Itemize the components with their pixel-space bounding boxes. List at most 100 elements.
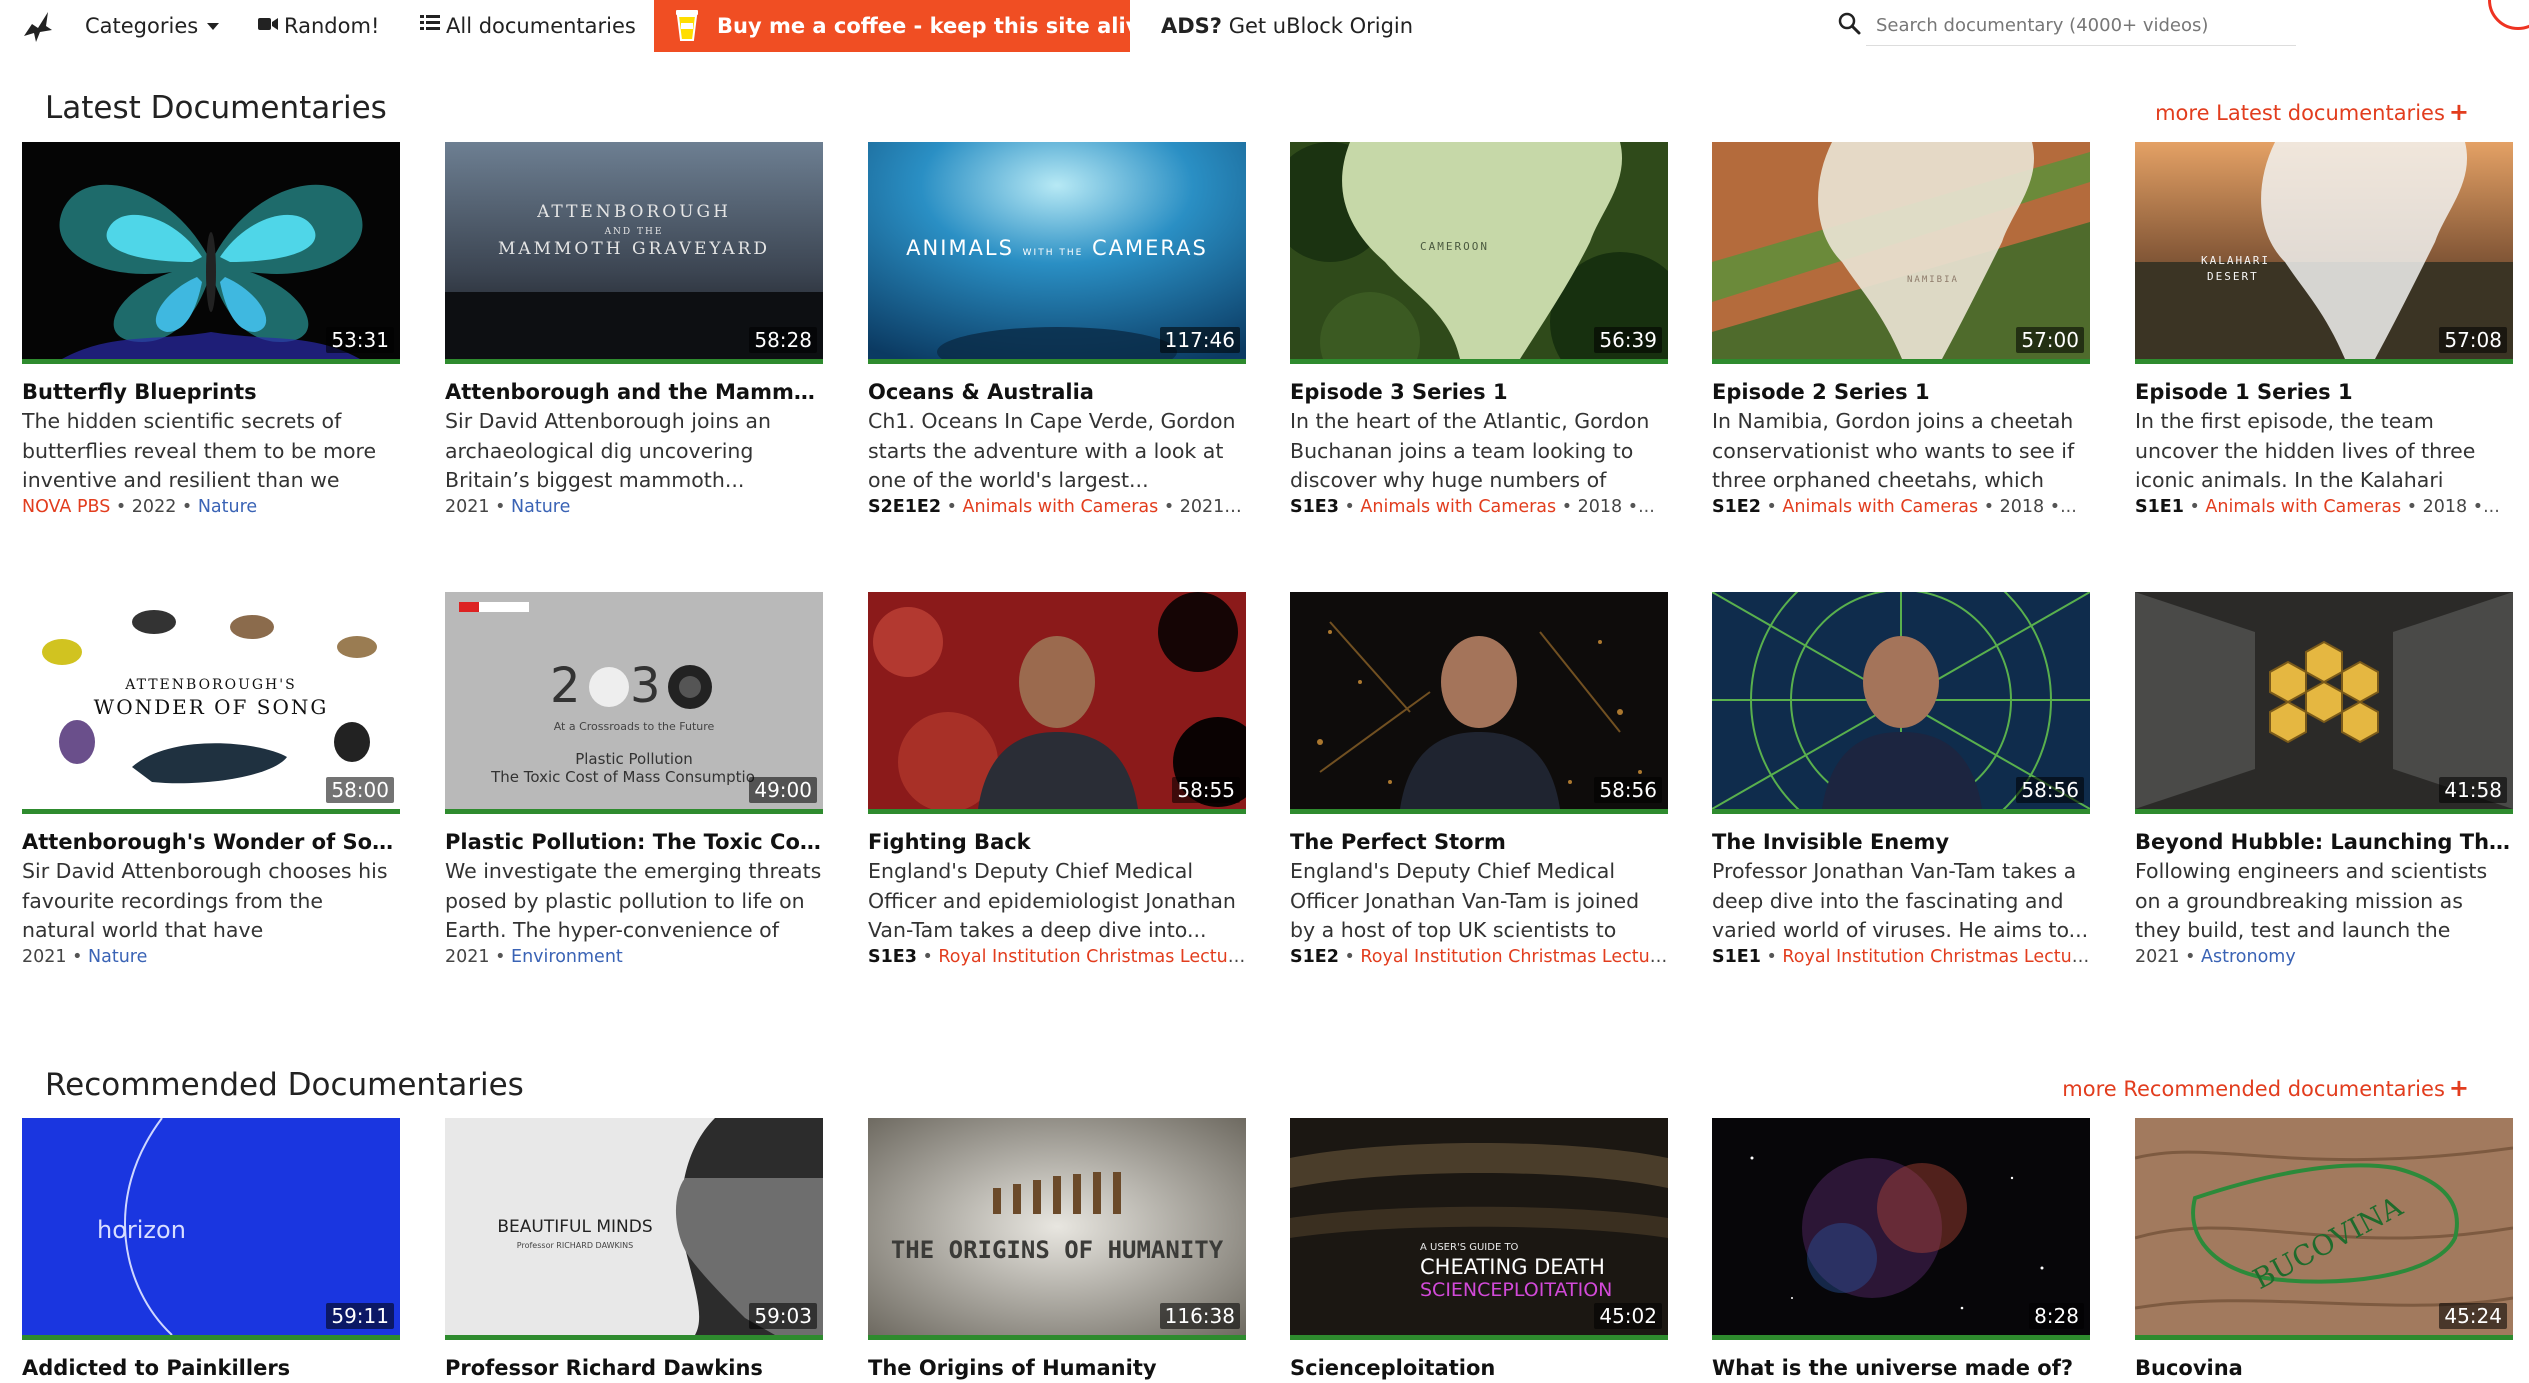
documentary-title[interactable]: The Origins of Humanity bbox=[868, 1354, 1246, 1383]
more-latest-label: more Latest documentaries bbox=[2155, 101, 2445, 125]
documentary-card[interactable]: 41:58 Beyond Hubble: Launching The... Fo… bbox=[2135, 592, 2513, 970]
video-thumbnail[interactable]: BUCOVINA 45:24 bbox=[2135, 1118, 2513, 1340]
video-thumbnail[interactable]: ATTENBOROUGH AND THE MAMMOTH GRAVEYARD 5… bbox=[445, 142, 823, 364]
video-thumbnail[interactable]: A USER'S GUIDE TO CHEATING DEATH SCIENCE… bbox=[1290, 1118, 1668, 1340]
year: 2021 bbox=[445, 497, 490, 517]
documentary-meta: S1E3 • Animals with Cameras • 2018 •... bbox=[1290, 495, 1668, 520]
separator-dot: • bbox=[495, 947, 506, 967]
documentary-title[interactable]: The Invisible Enemy bbox=[1712, 828, 2090, 857]
documentary-title[interactable]: Butterfly Blueprints bbox=[22, 378, 400, 407]
video-thumbnail[interactable]: 53:31 bbox=[22, 142, 400, 364]
separator-dot: •... bbox=[2049, 497, 2077, 517]
video-thumbnail[interactable]: 58:55 bbox=[868, 592, 1246, 814]
documentary-title[interactable]: Bucovina bbox=[2135, 1354, 2513, 1383]
documentary-card[interactable]: THE ORIGINS OF HUMANITY 116:38 The Origi… bbox=[868, 1118, 1246, 1383]
buy-coffee-button[interactable]: Buy me a coffee - keep this site alive bbox=[654, 0, 1154, 52]
channel-link[interactable]: Animals with Cameras bbox=[963, 497, 1159, 517]
profile-badge[interactable] bbox=[2488, 0, 2529, 30]
documentary-card[interactable]: 2 3 At a Crossroads to the Future Plasti… bbox=[445, 592, 823, 970]
video-thumbnail[interactable]: CAMEROON 56:39 bbox=[1290, 142, 1668, 364]
documentary-card[interactable]: CAMEROON 56:39 Episode 3 Series 1 In the… bbox=[1290, 142, 1668, 520]
channel-link[interactable]: Animals with Cameras bbox=[1360, 497, 1556, 517]
video-thumbnail[interactable]: 2 3 At a Crossroads to the Future Plasti… bbox=[445, 592, 823, 814]
documentary-title[interactable]: What is the universe made of? bbox=[1712, 1354, 2090, 1383]
documentary-title[interactable]: Oceans & Australia bbox=[868, 378, 1246, 407]
channel-link[interactable]: Royal Institution Christmas Lecture... bbox=[1782, 947, 2090, 967]
documentary-title[interactable]: Attenborough's Wonder of Song bbox=[22, 828, 400, 857]
documentary-title[interactable]: Addicted to Painkillers bbox=[22, 1354, 400, 1383]
episode-code: S1E3 bbox=[1290, 497, 1339, 517]
separator-dot: • bbox=[181, 497, 193, 517]
more-latest-link[interactable]: more Latest documentaries + bbox=[2155, 98, 2469, 126]
video-thumbnail[interactable]: ANIMALS WITH THE CAMERAS 117:46 bbox=[868, 142, 1246, 364]
video-thumbnail[interactable]: ATTENBOROUGH'S WONDER OF SONG 58:00 bbox=[22, 592, 400, 814]
channel-link[interactable]: NOVA PBS bbox=[22, 497, 110, 517]
documentary-title[interactable]: Episode 2 Series 1 bbox=[1712, 378, 2090, 407]
more-recommended-link[interactable]: more Recommended documentaries + bbox=[2062, 1074, 2469, 1102]
documentary-card[interactable]: KALAHARI DESERT 57:08 Episode 1 Series 1… bbox=[2135, 142, 2513, 520]
svg-text:NAMIBIA: NAMIBIA bbox=[1907, 275, 1959, 285]
documentary-card[interactable]: NAMIBIA 57:00 Episode 2 Series 1 In Nami… bbox=[1712, 142, 2090, 520]
category-link[interactable]: Nature bbox=[88, 947, 147, 967]
documentary-card[interactable]: 58:56 The Perfect Storm England's Deputy… bbox=[1290, 592, 1668, 970]
category-link[interactable]: Environment bbox=[511, 947, 623, 967]
documentary-card[interactable]: 58:56 The Invisible Enemy Professor Jona… bbox=[1712, 592, 2090, 970]
video-thumbnail[interactable]: 58:56 bbox=[1712, 592, 2090, 814]
episode-code: S2E1E2 bbox=[868, 497, 942, 517]
video-thumbnail[interactable]: 41:58 bbox=[2135, 592, 2513, 814]
year: 2018 bbox=[1577, 497, 1623, 517]
documentary-card[interactable]: 53:31 Butterfly Blueprints The hidden sc… bbox=[22, 142, 400, 520]
svg-text:MAMMOTH GRAVEYARD: MAMMOTH GRAVEYARD bbox=[498, 239, 770, 259]
site-logo-icon[interactable] bbox=[18, 6, 58, 46]
search-input[interactable] bbox=[1866, 6, 2296, 46]
documentary-card[interactable]: BUCOVINA 45:24 Bucovina bbox=[2135, 1118, 2513, 1383]
ads-text: Get uBlock Origin bbox=[1228, 14, 1414, 38]
documentary-card[interactable]: 8:28 What is the universe made of? bbox=[1712, 1118, 2090, 1383]
documentary-card[interactable]: ATTENBOROUGH'S WONDER OF SONG 58:00 Atte… bbox=[22, 592, 400, 970]
channel-link[interactable]: Animals with Cameras bbox=[1782, 497, 1978, 517]
documentary-title[interactable]: Attenborough and the Mammoth... bbox=[445, 378, 823, 407]
documentary-card[interactable]: ATTENBOROUGH AND THE MAMMOTH GRAVEYARD 5… bbox=[445, 142, 823, 520]
category-link[interactable]: Nature bbox=[511, 497, 570, 517]
documentary-card[interactable]: ANIMALS WITH THE CAMERAS 117:46 Oceans &… bbox=[868, 142, 1246, 520]
video-thumbnail[interactable]: THE ORIGINS OF HUMANITY 116:38 bbox=[868, 1118, 1246, 1340]
categories-dropdown[interactable]: Categories bbox=[85, 0, 220, 52]
documentary-title[interactable]: Fighting Back bbox=[868, 828, 1246, 857]
documentary-card[interactable]: BEAUTIFUL MINDS Professor RICHARD DAWKIN… bbox=[445, 1118, 823, 1383]
video-thumbnail[interactable]: KALAHARI DESERT 57:08 bbox=[2135, 142, 2513, 364]
category-link[interactable]: Astronomy bbox=[2201, 947, 2296, 967]
separator-dot: • bbox=[1766, 947, 1777, 967]
channel-link[interactable]: Royal Institution Christmas Lecture... bbox=[938, 947, 1246, 967]
video-thumbnail[interactable]: BEAUTIFUL MINDS Professor RICHARD DAWKIN… bbox=[445, 1118, 823, 1340]
video-thumbnail[interactable]: 58:56 bbox=[1290, 592, 1668, 814]
all-documentaries-link[interactable]: All documentaries bbox=[420, 0, 636, 52]
documentary-title[interactable]: Beyond Hubble: Launching The... bbox=[2135, 828, 2513, 857]
channel-link[interactable]: Royal Institution Christmas Lecture... bbox=[1360, 947, 1668, 967]
more-recommended-label: more Recommended documentaries bbox=[2062, 1077, 2445, 1101]
documentary-title[interactable]: Professor Richard Dawkins bbox=[445, 1354, 823, 1383]
documentary-title[interactable]: Scienceploitation bbox=[1290, 1354, 1668, 1383]
documentary-meta: 2021 • Environment bbox=[445, 945, 823, 970]
documentary-title[interactable]: Episode 1 Series 1 bbox=[2135, 378, 2513, 407]
channel-link[interactable]: Animals with Cameras bbox=[2205, 497, 2401, 517]
documentary-card[interactable]: A USER'S GUIDE TO CHEATING DEATH SCIENCE… bbox=[1290, 1118, 1668, 1383]
duration-badge: 8:28 bbox=[2029, 1303, 2084, 1329]
navbar: Categories Random! All documentaries Buy… bbox=[0, 0, 2529, 52]
documentary-title[interactable]: The Perfect Storm bbox=[1290, 828, 1668, 857]
video-thumbnail[interactable]: horizon 59:11 bbox=[22, 1118, 400, 1340]
video-thumbnail[interactable]: 8:28 bbox=[1712, 1118, 2090, 1340]
documentary-card[interactable]: horizon 59:11 Addicted to Painkillers bbox=[22, 1118, 400, 1383]
category-link[interactable]: Nature bbox=[198, 497, 257, 517]
ads-link[interactable]: ADS? Get uBlock Origin bbox=[1161, 0, 1413, 52]
duration-badge: 57:08 bbox=[2439, 327, 2507, 353]
search-icon[interactable] bbox=[1836, 10, 1864, 38]
documentary-meta: 2021 • Nature bbox=[445, 495, 823, 520]
duration-badge: 41:58 bbox=[2439, 777, 2507, 803]
video-thumbnail[interactable]: NAMIBIA 57:00 bbox=[1712, 142, 2090, 364]
duration-badge: 116:38 bbox=[1159, 1303, 1240, 1329]
svg-text:THE ORIGINS OF HUMANITY: THE ORIGINS OF HUMANITY bbox=[891, 1236, 1224, 1264]
random-link[interactable]: Random! bbox=[258, 0, 379, 52]
documentary-card[interactable]: 58:55 Fighting Back England's Deputy Chi… bbox=[868, 592, 1246, 970]
documentary-title[interactable]: Episode 3 Series 1 bbox=[1290, 378, 1668, 407]
documentary-title[interactable]: Plastic Pollution: The Toxic Cost o... bbox=[445, 828, 823, 857]
